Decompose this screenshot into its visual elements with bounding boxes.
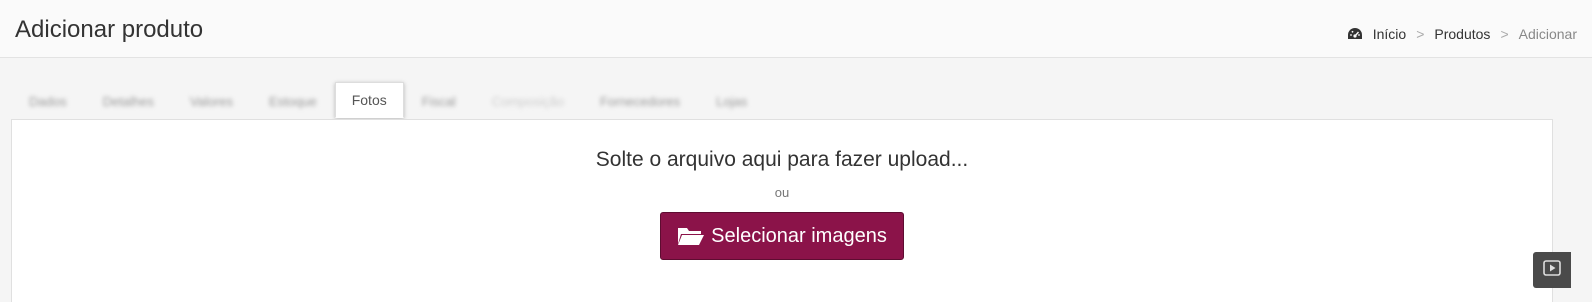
play-icon (1543, 259, 1561, 281)
tab-fornecedores[interactable]: Fornecedores (582, 82, 698, 120)
tab-fiscal[interactable]: Fiscal (404, 82, 474, 120)
tab-valores[interactable]: Valores (172, 82, 251, 120)
tab-detalhes[interactable]: Detalhes (85, 82, 172, 120)
breadcrumb: Início > Produtos > Adicionar (1347, 26, 1577, 42)
page-header: Adicionar produto Início > Produtos > Ad… (0, 0, 1592, 58)
breadcrumb-current: Adicionar (1518, 26, 1577, 42)
select-images-label: Selecionar imagens (711, 224, 887, 247)
tab-fotos[interactable]: Fotos (334, 82, 404, 118)
upload-dropzone[interactable]: Solte o arquivo aqui para fazer upload..… (11, 119, 1553, 302)
page-title: Adicionar produto (15, 16, 204, 43)
folder-open-icon (677, 225, 705, 247)
dashboard-icon (1347, 27, 1363, 41)
breadcrumb-products-link[interactable]: Produtos (1434, 26, 1490, 42)
breadcrumb-separator: > (1416, 26, 1425, 42)
drop-instruction: Solte o arquivo aqui para fazer upload..… (595, 148, 969, 171)
breadcrumb-separator: > (1500, 26, 1509, 42)
select-images-button[interactable]: Selecionar imagens (660, 212, 904, 260)
tab-composicao: Composição (491, 93, 564, 109)
tab-dados[interactable]: Dados (11, 82, 85, 120)
breadcrumb-home-link[interactable]: Início (1373, 26, 1406, 42)
or-separator-text: ou (774, 185, 790, 200)
tab-lojas[interactable]: Lojas (698, 82, 765, 120)
product-tabs: Dados Detalhes Valores Estoque Fotos Fis… (11, 80, 765, 120)
floating-play-button[interactable] (1533, 252, 1571, 288)
tab-estoque[interactable]: Estoque (251, 82, 335, 120)
